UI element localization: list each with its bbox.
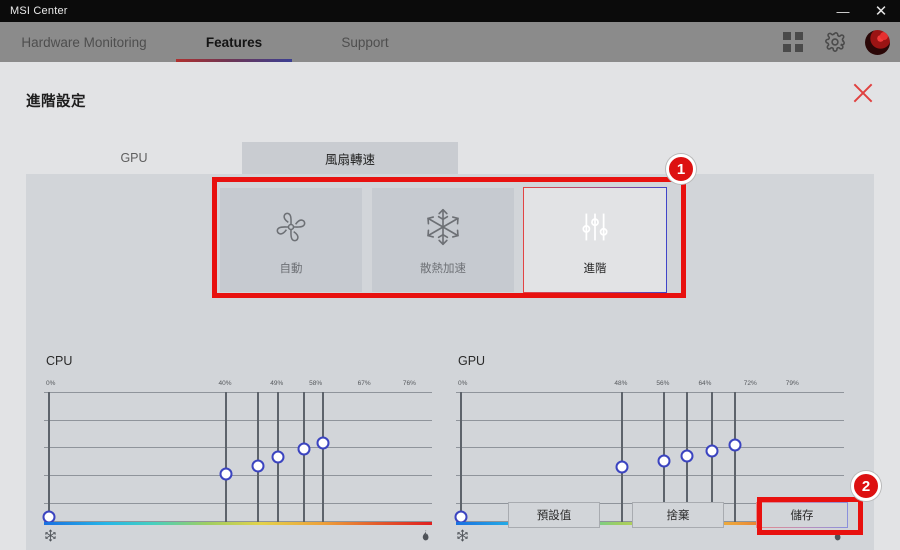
user-avatar[interactable] bbox=[865, 29, 890, 55]
save-button[interactable]: 儲存 bbox=[756, 502, 848, 528]
msi-center-window: MSI Center — ✕ Hardware Monitoring Featu… bbox=[0, 0, 900, 550]
gpu-gridline-h bbox=[456, 392, 844, 393]
gpu-temp-icons bbox=[456, 529, 844, 547]
gpu-tick-label: 0% bbox=[458, 380, 468, 387]
gpu-curve-node[interactable] bbox=[728, 438, 742, 452]
mode-card-auto-label: 自動 bbox=[279, 263, 303, 275]
snowflake-icon bbox=[44, 529, 57, 547]
cpu-chart-title: CPU bbox=[46, 354, 73, 368]
subtab-gpu[interactable]: GPU bbox=[26, 142, 242, 174]
snowflake-icon bbox=[456, 529, 469, 547]
gpu-curve-node[interactable] bbox=[705, 444, 719, 457]
close-button[interactable]: ✕ bbox=[862, 0, 900, 22]
advanced-settings-dialog: 進階設定 GPU 風扇轉速 自動 散熱加速 進階 CPU 0% 40% 49% … bbox=[0, 62, 900, 550]
minimize-button[interactable]: — bbox=[824, 0, 862, 22]
cpu-tick-label: 40% bbox=[218, 380, 232, 387]
title-bar: MSI Center — ✕ bbox=[0, 0, 900, 22]
gpu-tick-labels: 0% 48% 56% 64% 72% 79% bbox=[456, 380, 856, 392]
sliders-icon bbox=[572, 204, 618, 250]
gpu-tick-label: 48% bbox=[614, 380, 628, 387]
save-button-label: 儲存 bbox=[790, 510, 814, 522]
mode-card-cooler-boost-label: 散熱加速 bbox=[420, 263, 466, 275]
snowflake-icon bbox=[420, 204, 466, 250]
mode-selector: 自動 散熱加速 進階 bbox=[220, 187, 667, 293]
main-navbar: Hardware Monitoring Features Support bbox=[0, 22, 900, 62]
gpu-gridline-h bbox=[456, 475, 844, 476]
cpu-gridline-h bbox=[44, 475, 432, 476]
dialog-title: 進階設定 bbox=[26, 94, 86, 110]
cpu-curve-node[interactable] bbox=[271, 450, 285, 464]
cpu-tick-label: 58% bbox=[309, 380, 323, 387]
annotation-badge-2: 2 bbox=[851, 471, 881, 501]
annotation-badge-1: 1 bbox=[666, 154, 696, 184]
flame-icon bbox=[419, 529, 432, 547]
cpu-temp-icons bbox=[44, 529, 432, 547]
dialog-subtabs: GPU 風扇轉速 bbox=[26, 142, 458, 174]
cpu-tick-label: 67% bbox=[357, 380, 371, 387]
gpu-tick-label: 56% bbox=[656, 380, 670, 387]
default-button[interactable]: 預設值 bbox=[508, 502, 600, 528]
gpu-curve-node[interactable] bbox=[615, 460, 629, 474]
default-button-label: 預設值 bbox=[536, 510, 572, 522]
gpu-fan-curve: GPU 0% 48% 56% 64% 72% 79% bbox=[454, 354, 856, 542]
discard-button-label: 捨棄 bbox=[666, 510, 690, 522]
tab-hardware-monitoring[interactable]: Hardware Monitoring bbox=[0, 22, 168, 62]
settings-panel: 自動 散熱加速 進階 CPU 0% 40% 49% 58% 67% 76% GP… bbox=[26, 174, 874, 550]
gpu-tick-label: 72% bbox=[743, 380, 757, 387]
discard-button[interactable]: 捨棄 bbox=[632, 502, 724, 528]
gpu-curve-node[interactable] bbox=[657, 454, 671, 468]
gpu-tick-label: 64% bbox=[698, 380, 712, 387]
flame-icon bbox=[831, 529, 844, 547]
window-controls: — ✕ bbox=[824, 0, 900, 22]
nav-tabs: Hardware Monitoring Features Support bbox=[0, 22, 430, 62]
cpu-gridline-h bbox=[44, 420, 432, 421]
mode-card-auto[interactable]: 自動 bbox=[220, 188, 362, 292]
mode-card-cooler-boost[interactable]: 散熱加速 bbox=[372, 188, 514, 292]
cpu-tick-labels: 0% 40% 49% 58% 67% 76% bbox=[44, 380, 444, 392]
cpu-curve-node[interactable] bbox=[316, 436, 330, 450]
cpu-curve-node[interactable] bbox=[251, 459, 265, 473]
mode-card-advanced-label: 進階 bbox=[583, 263, 607, 275]
gpu-curve-node[interactable] bbox=[680, 449, 694, 463]
cpu-tick-label: 49% bbox=[270, 380, 284, 387]
dialog-close-icon[interactable] bbox=[846, 76, 880, 110]
tab-features[interactable]: Features bbox=[168, 22, 300, 62]
cpu-tick-label: 76% bbox=[402, 380, 416, 387]
tab-support[interactable]: Support bbox=[300, 22, 430, 62]
fan-icon bbox=[268, 204, 314, 250]
cpu-gridline-h bbox=[44, 392, 432, 393]
cpu-curve-node[interactable] bbox=[219, 467, 233, 481]
gear-icon[interactable] bbox=[823, 30, 847, 54]
cpu-curve-node[interactable] bbox=[297, 442, 311, 456]
cpu-tick-label: 0% bbox=[46, 380, 56, 387]
cpu-fan-curve: CPU 0% 40% 49% 58% 67% 76% bbox=[42, 354, 444, 542]
nav-right-icons bbox=[781, 22, 890, 62]
dialog-footer: 預設值 捨棄 儲存 bbox=[26, 502, 874, 528]
cpu-gridline-h bbox=[44, 447, 432, 448]
gpu-gridline-h bbox=[456, 447, 844, 448]
mode-card-advanced[interactable]: 進階 bbox=[523, 187, 667, 293]
window-title: MSI Center bbox=[10, 5, 68, 17]
gpu-chart-title: GPU bbox=[458, 354, 486, 368]
gpu-gridline-h bbox=[456, 420, 844, 421]
subtab-fan-speed[interactable]: 風扇轉速 bbox=[242, 142, 458, 174]
gpu-tick-label: 79% bbox=[785, 380, 799, 387]
grid-icon[interactable] bbox=[781, 30, 805, 54]
